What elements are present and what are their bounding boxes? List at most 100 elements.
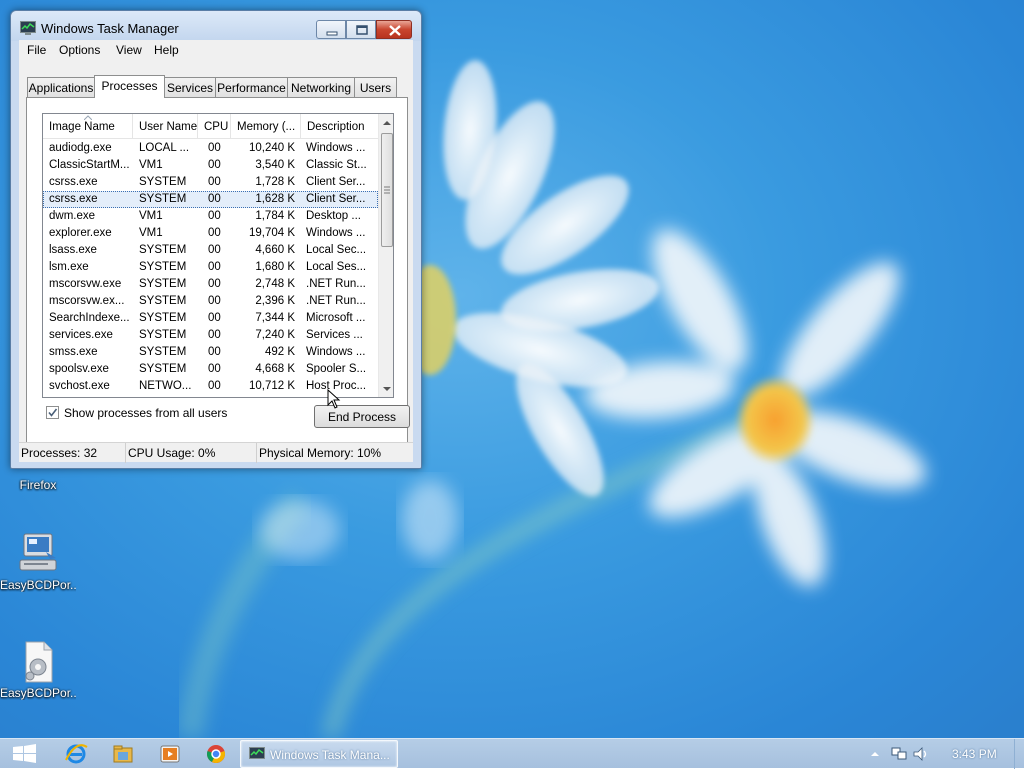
taskbar-media-player[interactable] [157, 742, 183, 766]
vertical-scrollbar[interactable] [378, 114, 393, 397]
user-name: SYSTEM [139, 295, 187, 307]
tab-processes[interactable]: Processes [94, 75, 165, 98]
table-row[interactable]: spoolsv.exe SYSTEM 00 4,668 K Spooler S... [43, 361, 378, 378]
tab-applications[interactable]: Applications [27, 77, 95, 97]
table-row[interactable]: mscorsvw.ex... SYSTEM 00 2,396 K .NET Run... [43, 293, 378, 310]
description: Host Proc... [306, 380, 367, 392]
cpu-value: 00 [208, 278, 221, 290]
description: Services ... [306, 329, 363, 341]
maximize-button[interactable] [346, 20, 376, 39]
show-desktop-button[interactable] [1014, 739, 1024, 769]
scroll-down-icon[interactable] [382, 384, 392, 394]
memory-value: 1,728 K [255, 176, 295, 188]
show-all-users-label[interactable]: Show processes from all users [64, 406, 227, 420]
description: Local Sec... [306, 244, 367, 256]
table-row[interactable]: lsass.exe SYSTEM 00 4,660 K Local Sec... [43, 242, 378, 259]
menu-options[interactable]: Options [59, 43, 100, 57]
table-row[interactable]: ClassicStartM... VM1 00 3,540 K Classic St..… [43, 157, 378, 174]
process-name: explorer.exe [49, 227, 112, 239]
window-client-area: Applications Processes Services Performa… [19, 60, 413, 445]
cpu-value: 00 [208, 380, 221, 392]
title-bar[interactable]: Windows Task Manager [11, 11, 421, 41]
checkmark-icon [48, 408, 58, 417]
status-bar: Processes: 32 CPU Usage: 0% Physical Mem… [19, 442, 413, 463]
description: Windows ... [306, 227, 366, 239]
column-description[interactable]: Description [301, 114, 378, 139]
table-row[interactable]: SearchIndexe... SYSTEM 00 7,344 K Microsoft … [43, 310, 378, 327]
task-manager-app-icon [249, 747, 265, 759]
table-row[interactable]: csrss.exe SYSTEM 00 1,728 K Client Ser... [43, 174, 378, 191]
column-image-name[interactable]: Image Name [43, 114, 133, 139]
network-icon[interactable] [890, 746, 908, 762]
tab-performance[interactable]: Performance [215, 77, 288, 97]
cpu-value: 00 [208, 227, 221, 239]
taskbar: Windows Task Mana... 3:43 PM [0, 738, 1024, 769]
tab-services[interactable]: Services [164, 77, 216, 97]
close-button[interactable] [376, 20, 412, 39]
description: Client Ser... [306, 193, 366, 205]
list-header: Image Name User Name CPU Memory (... Des… [43, 114, 378, 139]
table-row[interactable]: explorer.exe VM1 00 19,704 K Windows ... [43, 225, 378, 242]
start-button[interactable] [8, 741, 42, 767]
show-hidden-icons-icon[interactable] [870, 749, 880, 759]
scroll-up-icon[interactable] [382, 118, 392, 128]
minimize-button[interactable] [316, 20, 346, 39]
column-cpu[interactable]: CPU [198, 114, 231, 139]
chrome-icon [207, 745, 225, 763]
processes-panel: Image Name User Name CPU Memory (... Des… [26, 97, 410, 443]
process-name: SearchIndexe... [49, 312, 130, 324]
grip-icon [384, 186, 390, 194]
desktop-icon-label: Firefox [19, 478, 57, 492]
sort-ascending-icon [84, 115, 92, 120]
media-player-icon [160, 745, 180, 763]
taskbar-internet-explorer[interactable] [63, 742, 89, 766]
desktop-icon-easybcd-computer[interactable]: EasyBCDPor... [0, 532, 76, 592]
taskbar-chrome[interactable] [203, 742, 229, 766]
clock[interactable]: 3:43 PM [952, 747, 997, 761]
menu-view[interactable]: View [116, 43, 142, 57]
memory-value: 492 K [264, 346, 295, 358]
scroll-thumb[interactable] [381, 133, 393, 247]
table-row[interactable]: dwm.exe VM1 00 1,784 K Desktop ... [43, 208, 378, 225]
table-row[interactable]: smss.exe SYSTEM 00 492 K Windows ... [43, 344, 378, 361]
desktop-icon-easybcd-settings[interactable]: EasyBCDPor... [0, 640, 76, 700]
menu-help[interactable]: Help [154, 43, 179, 57]
user-name: SYSTEM [139, 346, 187, 358]
process-name: csrss.exe [49, 193, 98, 205]
table-row[interactable]: mscorsvw.exe SYSTEM 00 2,748 K .NET Run... [43, 276, 378, 293]
column-user-name[interactable]: User Name [133, 114, 198, 139]
memory-value: 1,628 K [255, 193, 295, 205]
window-title: Windows Task Manager [41, 21, 179, 36]
memory-value: 4,660 K [255, 244, 295, 256]
table-row[interactable]: csrss.exe SYSTEM 00 1,628 K Client Ser... [43, 191, 378, 208]
user-name: SYSTEM [139, 363, 187, 375]
description: Client Ser... [306, 176, 366, 188]
table-row[interactable]: services.exe SYSTEM 00 7,240 K Services ... [43, 327, 378, 344]
taskbar-button-label: Windows Task Mana... [270, 748, 390, 762]
table-row[interactable]: audiodg.exe LOCAL ... 00 10,240 K Windows ..… [43, 140, 378, 157]
tab-networking[interactable]: Networking [287, 77, 355, 97]
user-name: SYSTEM [139, 261, 187, 273]
process-name: services.exe [49, 329, 113, 341]
process-name: mscorsvw.exe [49, 278, 122, 290]
process-list[interactable]: Image Name User Name CPU Memory (... Des… [42, 113, 394, 398]
user-name: SYSTEM [139, 312, 187, 324]
taskbar-task-manager-button[interactable]: Windows Task Mana... [240, 740, 398, 768]
memory-value: 2,748 K [255, 278, 295, 290]
taskbar-file-explorer[interactable] [110, 742, 136, 766]
cpu-value: 00 [208, 159, 221, 171]
cpu-value: 00 [208, 142, 221, 154]
column-memory[interactable]: Memory (... [231, 114, 301, 139]
cpu-value: 00 [208, 295, 221, 307]
file-explorer-icon [113, 745, 133, 763]
menu-file[interactable]: File [27, 43, 46, 57]
show-all-users-checkbox[interactable] [46, 406, 59, 419]
volume-icon[interactable] [912, 746, 930, 762]
cpu-value: 00 [208, 193, 221, 205]
tab-users[interactable]: Users [354, 77, 397, 97]
user-name: VM1 [139, 227, 163, 239]
table-row[interactable]: lsm.exe SYSTEM 00 1,680 K Local Ses... [43, 259, 378, 276]
mouse-pointer-icon [327, 389, 341, 409]
user-name: SYSTEM [139, 329, 187, 341]
status-cpu-usage: CPU Usage: 0% [126, 443, 257, 463]
